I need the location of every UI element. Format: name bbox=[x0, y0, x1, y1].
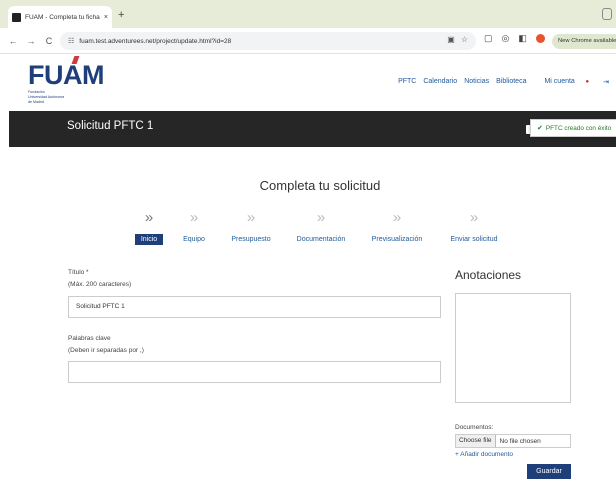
step-documentacion[interactable]: » Documentación bbox=[281, 208, 361, 246]
nav-item-noticias[interactable]: Noticias bbox=[464, 78, 489, 86]
back-button[interactable]: ← bbox=[8, 36, 18, 46]
chevron-icon: » bbox=[392, 209, 402, 226]
favicon-icon bbox=[12, 12, 21, 22]
site-header: FUAM Fundación Universidad Autónoma de M… bbox=[0, 54, 616, 111]
step-label: Equipo bbox=[183, 236, 205, 243]
check-icon: ✔ bbox=[537, 125, 543, 132]
url-text: fuam.test.adventurees.net/project/update… bbox=[79, 37, 232, 45]
chevron-icon: » bbox=[469, 209, 479, 226]
wizard-steps: » Inicio » Equipo » Presupuesto » Docume… bbox=[0, 208, 616, 248]
chevron-icon: » bbox=[246, 209, 256, 226]
new-tab-button[interactable]: + bbox=[118, 9, 124, 21]
site-info-icon[interactable]: ☷ bbox=[68, 37, 74, 45]
toast-message: PFTC creado con éxito bbox=[545, 124, 612, 132]
save-button[interactable]: Guardar bbox=[527, 464, 571, 479]
downloads-icon[interactable]: ◎ bbox=[502, 33, 510, 44]
notes-title: Anotaciones bbox=[455, 268, 522, 282]
add-document-link[interactable]: + Añadir documento bbox=[455, 451, 513, 458]
documents-label: Documentos: bbox=[455, 424, 494, 431]
sidepanel-icon[interactable]: ◧ bbox=[518, 33, 527, 44]
keywords-input[interactable] bbox=[68, 361, 441, 383]
bookmark-star-icon[interactable]: ☆ bbox=[461, 35, 468, 44]
logout-icon[interactable]: ⇥ bbox=[603, 78, 609, 86]
tab-close-icon[interactable]: × bbox=[104, 14, 108, 21]
address-bar[interactable]: ☷ fuam.test.adventurees.net/project/upda… bbox=[60, 32, 476, 50]
tab-search-icon[interactable] bbox=[602, 8, 612, 20]
project-title: Solicitud PFTC 1 bbox=[67, 120, 154, 132]
account-menu[interactable]: Mi cuenta ● bbox=[544, 78, 596, 86]
notes-textarea[interactable] bbox=[455, 293, 571, 403]
logo-subtitle-1: Fundación bbox=[28, 90, 45, 94]
profile-icon[interactable] bbox=[535, 34, 545, 43]
app-root: FUAM - Completa tu ficha de × + ← → C ☷ … bbox=[0, 0, 616, 479]
step-presupuesto[interactable]: » Presupuesto bbox=[211, 208, 291, 246]
nav-item-biblioteca[interactable]: Biblioteca bbox=[496, 78, 526, 86]
file-status: No file chosen bbox=[499, 437, 541, 445]
tab-title: FUAM - Completa tu ficha de bbox=[25, 13, 102, 21]
step-enviar-solicitud[interactable]: » Enviar solicitud bbox=[434, 208, 514, 246]
logo-wordmark: FUAM bbox=[28, 56, 104, 89]
nav-item-calendario[interactable]: Calendario bbox=[423, 78, 457, 86]
title-input[interactable]: Solicitud PFTC 1 bbox=[68, 296, 441, 318]
browser-tab-bar: FUAM - Completa tu ficha de × + bbox=[0, 0, 616, 28]
keywords-field-hint: (Deben ir separadas por ,) bbox=[68, 347, 144, 354]
new-chrome-button[interactable]: New Chrome available bbox=[552, 34, 616, 49]
browser-toolbar: ← → C ☷ fuam.test.adventurees.net/projec… bbox=[0, 28, 616, 54]
step-label: Previsualización bbox=[371, 236, 423, 243]
reload-button[interactable]: C bbox=[44, 36, 54, 46]
choose-file-button[interactable]: Choose file bbox=[456, 435, 496, 447]
chevron-icon: » bbox=[316, 209, 326, 226]
forward-button[interactable]: → bbox=[26, 36, 36, 46]
step-previsualizacion[interactable]: » Previsualización bbox=[357, 208, 437, 246]
step-label: Enviar solicitud bbox=[450, 236, 498, 243]
browser-tab[interactable]: FUAM - Completa tu ficha de × bbox=[8, 6, 112, 28]
success-toast: ✔ PFTC creado con éxito bbox=[530, 119, 616, 137]
keywords-field-label: Palabras clave bbox=[68, 335, 111, 342]
page-heading: Completa tu solicitud bbox=[259, 178, 381, 193]
step-label: Documentación bbox=[296, 236, 346, 243]
project-title-bar: Solicitud PFTC 1 bbox=[9, 111, 616, 147]
logo-subtitle-2: Universidad Autónoma bbox=[28, 95, 65, 99]
extension-icon[interactable]: ▢ bbox=[484, 33, 493, 44]
main-nav: PFTC Calendario Noticias Biblioteca Mi c… bbox=[398, 78, 616, 86]
fuam-logo[interactable]: FUAM Fundación Universidad Autónoma de M… bbox=[28, 56, 104, 104]
toolbar-icons: ▢ ◎ ◧ bbox=[484, 33, 545, 44]
title-field-label: Título * bbox=[68, 269, 89, 276]
translate-icon[interactable]: ▣ bbox=[447, 35, 455, 44]
nav-item-pftc[interactable]: PFTC bbox=[398, 78, 416, 86]
notification-dot-icon: ● bbox=[583, 79, 590, 85]
logo-subtitle-3: de Madrid bbox=[28, 100, 44, 104]
title-field-hint: (Máx. 200 caracteres) bbox=[68, 281, 132, 288]
step-label: Presupuesto bbox=[231, 236, 271, 243]
file-input[interactable]: Choose file No file chosen bbox=[455, 434, 571, 448]
